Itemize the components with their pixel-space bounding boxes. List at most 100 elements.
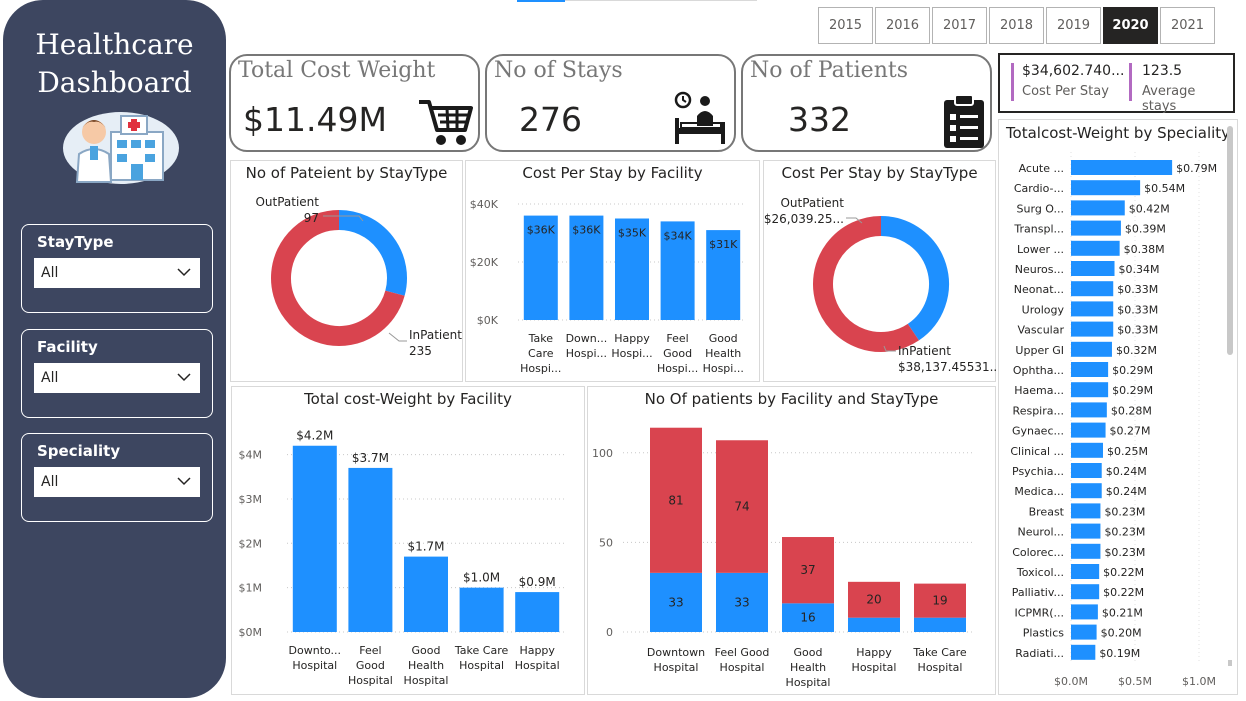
legend-label-inpatient: InPatient bbox=[409, 328, 462, 342]
summary-card: $34,602.740... Cost Per Stay 123.5 Avera… bbox=[998, 53, 1235, 114]
x-tick-label: Hospi... bbox=[520, 362, 561, 375]
data-label: $0.29M bbox=[1112, 364, 1153, 377]
x-tick-label: Good bbox=[412, 644, 441, 657]
staytype-dropdown[interactable]: All bbox=[34, 258, 200, 288]
y-tick-label: Urology bbox=[1022, 303, 1065, 316]
bar bbox=[459, 587, 504, 632]
year-button-2016[interactable]: 2016 bbox=[875, 7, 930, 44]
year-button-2015[interactable]: 2015 bbox=[818, 7, 873, 44]
data-label: $0.39M bbox=[1125, 223, 1166, 236]
data-label: $1.0M bbox=[463, 571, 500, 585]
year-button-2017[interactable]: 2017 bbox=[932, 7, 987, 44]
data-label: $0.22M bbox=[1103, 566, 1144, 579]
bar bbox=[348, 467, 393, 632]
kpi-no-of-stays: No of Stays 276 bbox=[485, 54, 736, 152]
sidebar: Healthcare Dashboard StayType All Facili… bbox=[3, 0, 226, 698]
y-tick-label: Radiati... bbox=[1015, 647, 1064, 660]
data-label: $35K bbox=[618, 227, 647, 240]
leader-line bbox=[388, 332, 407, 342]
y-tick-label: 100 bbox=[592, 447, 613, 460]
data-label: $0.23M bbox=[1104, 526, 1145, 539]
bar-segment-outpatient bbox=[914, 617, 966, 632]
accent-bar bbox=[1129, 63, 1132, 101]
data-label: $0.79M bbox=[1176, 162, 1217, 175]
y-tick-label: Colorec... bbox=[1012, 546, 1064, 559]
scrollbar-end bbox=[1228, 660, 1232, 666]
x-tick-label: Hospital bbox=[515, 659, 560, 672]
y-tick-label: $0K bbox=[477, 314, 499, 327]
data-label-inpatient: $38,137.45531... bbox=[898, 360, 997, 374]
year-button-2018[interactable]: 2018 bbox=[989, 7, 1044, 44]
chart-cost-per-stay-by-staytype: Cost Per Stay by StayType OutPatient $26,… bbox=[763, 160, 997, 382]
x-tick-label: Good bbox=[356, 659, 385, 672]
page-indicator bbox=[517, 0, 565, 2]
bar bbox=[1071, 463, 1102, 478]
speciality-dropdown[interactable]: All bbox=[34, 467, 200, 497]
x-tick-label: Good bbox=[663, 347, 692, 360]
y-tick-label: $3M bbox=[239, 493, 263, 506]
y-tick-label: 50 bbox=[599, 536, 613, 549]
bar bbox=[1071, 644, 1096, 660]
kpi-total-cost-title: Total Cost Weight bbox=[238, 58, 436, 83]
kpi-patients-value: 332 bbox=[788, 100, 851, 139]
kpi-total-cost-value: $11.49M bbox=[243, 100, 387, 139]
speciality-dropdown-value: All bbox=[41, 474, 59, 490]
data-label: 20 bbox=[866, 593, 881, 607]
y-tick-label: Acute ... bbox=[1019, 162, 1064, 175]
legend-label-outpatient: OutPatient bbox=[780, 196, 844, 210]
y-tick-label: Ophtha... bbox=[1013, 364, 1064, 377]
hospital-bed-icon bbox=[674, 91, 725, 144]
data-label: $31K bbox=[709, 238, 738, 251]
x-tick-label: Downtown bbox=[647, 646, 705, 659]
x-tick-label: Hospital bbox=[459, 659, 504, 672]
y-tick-label: Toxicol... bbox=[1016, 566, 1064, 579]
x-tick-label: Hospi... bbox=[566, 347, 607, 360]
bar-chart: $0K $20K $40K $36K Take Care Hospi... $36K Down.… bbox=[470, 198, 746, 375]
donut-chart: OutPatient $26,039.25... InPatient $38,137.… bbox=[764, 196, 997, 374]
bar bbox=[1071, 321, 1114, 337]
scrollbar-thumb[interactable] bbox=[1227, 126, 1233, 355]
x-tick-label: Happy bbox=[856, 646, 892, 659]
filter-speciality: Speciality All bbox=[21, 433, 213, 522]
kpi-stays-title: No of Stays bbox=[494, 58, 623, 83]
y-tick-label: Clinical ... bbox=[1010, 445, 1064, 458]
year-button-2019[interactable]: 2019 bbox=[1046, 7, 1101, 44]
x-tick-label: Good bbox=[794, 646, 823, 659]
y-tick-label: Surg O... bbox=[1017, 202, 1064, 215]
data-label: 33 bbox=[734, 595, 749, 609]
bar bbox=[1071, 402, 1107, 418]
chart-cost-weight-by-facility: Total cost-Weight by Facility $0M $1M $2M $… bbox=[231, 386, 585, 695]
x-tick-label: $0.0M bbox=[1054, 675, 1088, 688]
data-label: $0.33M bbox=[1117, 283, 1158, 296]
donut-slice-inpatient bbox=[813, 216, 919, 352]
bar bbox=[1071, 180, 1141, 196]
filter-facility-label: Facility bbox=[37, 338, 98, 356]
facility-dropdown[interactable]: All bbox=[34, 363, 200, 393]
x-tick-label: Hospi... bbox=[657, 362, 698, 375]
x-tick-label: Hospital bbox=[292, 659, 337, 672]
x-tick-label: Feel bbox=[359, 644, 381, 657]
x-tick-label: Hospital bbox=[348, 674, 393, 687]
y-tick-label: Respira... bbox=[1013, 404, 1064, 417]
bar bbox=[292, 445, 337, 632]
bar-chart: $0M $1M $2M $3M $4M $4.2M Downto... Hospital $3.… bbox=[239, 429, 565, 687]
year-button-2021[interactable]: 2021 bbox=[1160, 7, 1215, 44]
filter-speciality-label: Speciality bbox=[37, 442, 121, 460]
y-tick-label: $40K bbox=[470, 198, 499, 211]
y-tick-label: Breast bbox=[1029, 505, 1065, 518]
bar bbox=[1071, 200, 1125, 216]
donut-slice-outpatient bbox=[338, 210, 407, 296]
bar bbox=[1071, 281, 1114, 297]
data-label: 81 bbox=[668, 493, 683, 507]
data-label: $34K bbox=[663, 229, 692, 242]
y-tick-label: Haema... bbox=[1014, 384, 1064, 397]
y-tick-label: $4M bbox=[239, 449, 263, 462]
legend-label-inpatient: InPatient bbox=[898, 344, 951, 358]
x-tick-label: Hospi... bbox=[611, 347, 652, 360]
y-tick-label: Neonat... bbox=[1014, 283, 1064, 296]
x-tick-label: Feel Good bbox=[715, 646, 770, 659]
x-tick-label: Hospital bbox=[786, 676, 831, 689]
year-button-2020[interactable]: 2020 bbox=[1103, 7, 1158, 44]
kpi-total-cost-weight: Total Cost Weight $11.49M bbox=[229, 54, 480, 152]
data-label: $0.20M bbox=[1101, 627, 1142, 640]
